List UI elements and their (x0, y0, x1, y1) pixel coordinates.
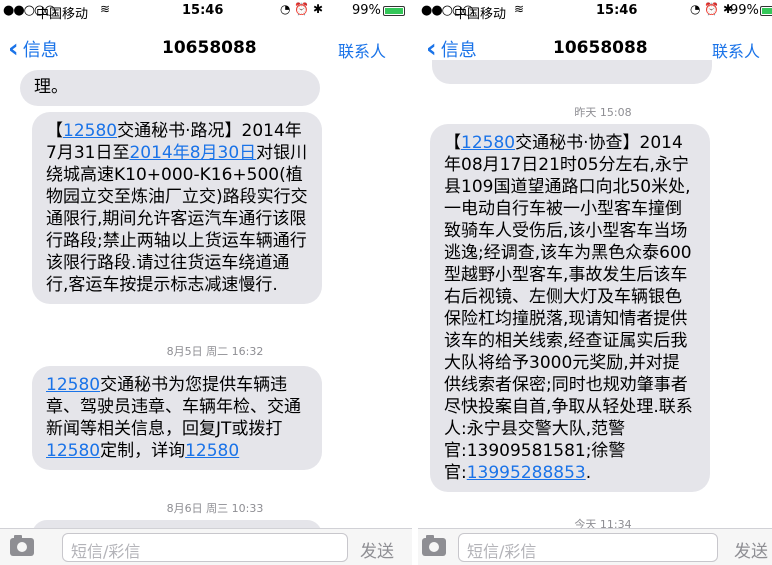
wifi-icon: ≋ (514, 2, 525, 16)
contact-button[interactable]: 联系人 (712, 38, 760, 62)
phone-link[interactable]: 12580 (46, 441, 100, 461)
right-screen: ●●○○○ 中国移动 ≋ 15:46 ◔ ⏰ ✱ 99% ‹ 信息 106580… (418, 0, 772, 565)
status-icons: ◔ ⏰ ✱ (690, 2, 734, 16)
conversation-title: 10658088 (553, 38, 648, 58)
status-bar: ●●○○○ 中国移动 ≋ 15:46 ◔ ⏰ ✱ 99% (418, 0, 772, 22)
battery-icon (383, 6, 405, 16)
send-button[interactable]: 发送 (360, 537, 394, 562)
send-button[interactable]: 发送 (734, 537, 768, 562)
battery-percent: 99% (352, 3, 381, 18)
message-input[interactable]: 短信/彩信 (458, 533, 718, 562)
battery-icon (760, 6, 772, 16)
input-bar: 短信/彩信 发送 (418, 528, 772, 565)
message-bubble: 12580交通秘书为您提供车辆违章、驾驶员违章、车辆年检、交通新闻等相关信息，回… (32, 366, 322, 470)
clock: 15:46 (596, 3, 638, 18)
clock: 15:46 (182, 3, 224, 18)
carrier-label: 中国移动 (454, 7, 507, 22)
message-bubble-partial (432, 60, 712, 84)
navigation-bar: ‹ 信息 10658088 联系人 (0, 28, 412, 68)
phone-link[interactable]: 12580 (461, 133, 515, 153)
timestamp: 8月5日 周二 16:32 (166, 345, 264, 358)
message-text: 理。 (34, 77, 68, 97)
message-input[interactable]: 短信/彩信 (62, 533, 348, 562)
message-bubble: 理。 (20, 70, 320, 106)
left-screen: ●●○○○ 中国移动 ≋ 15:46 ◔ ⏰ ✱ 99% ‹ 信息 106580… (0, 0, 412, 565)
battery-percent: 99% (730, 3, 759, 18)
message-bubble: 【12580交通秘书·协查】2014年08月17日21时05分左右,永宁县109… (430, 124, 710, 492)
back-label: 信息 (440, 40, 477, 61)
phone-link[interactable]: 13995288853 (467, 463, 586, 483)
status-icons: ◔ ⏰ ✱ (280, 2, 324, 16)
camera-icon[interactable] (10, 535, 34, 556)
back-button[interactable]: ‹ 信息 (8, 36, 59, 62)
back-label: 信息 (22, 40, 59, 61)
back-button[interactable]: ‹ 信息 (426, 36, 477, 62)
input-bar: 短信/彩信 发送 (0, 528, 412, 565)
status-bar: ●●○○○ 中国移动 ≋ 15:46 ◔ ⏰ ✱ 99% (0, 0, 412, 22)
phone-link[interactable]: 12580 (63, 121, 117, 141)
conversation-title: 10658088 (162, 38, 257, 58)
contact-button[interactable]: 联系人 (338, 38, 386, 62)
wifi-icon: ≋ (100, 2, 111, 16)
timestamp: 昨天 15:08 (574, 106, 632, 119)
timestamp: 8月6日 周三 10:33 (166, 502, 264, 515)
phone-link[interactable]: 12580 (185, 441, 239, 461)
phone-link[interactable]: 12580 (46, 375, 100, 395)
date-link[interactable]: 2014年8月30日 (129, 143, 256, 163)
chevron-left-icon: ‹ (426, 34, 437, 64)
camera-icon[interactable] (422, 535, 446, 556)
chevron-left-icon: ‹ (8, 34, 19, 64)
message-bubble: 【12580交通秘书·路况】2014年7月31日至2014年8月30日对银川绕城… (32, 112, 322, 304)
carrier-label: 中国移动 (36, 7, 89, 22)
